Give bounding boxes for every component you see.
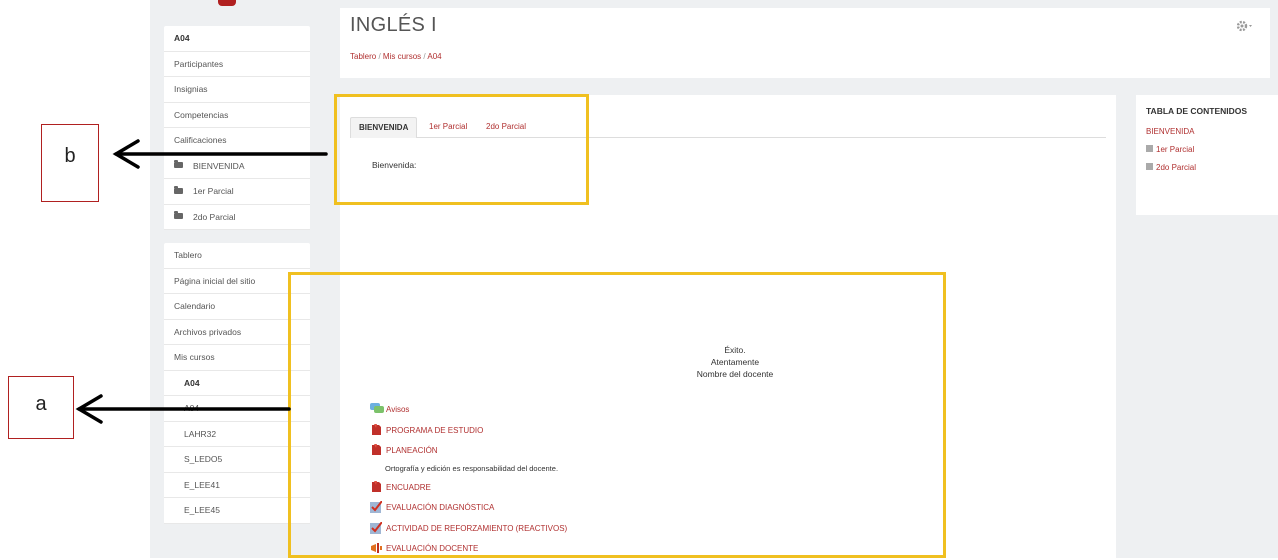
arrow-a <box>75 394 291 424</box>
arrow-b <box>112 139 328 169</box>
annotation-arrows <box>75 139 328 424</box>
